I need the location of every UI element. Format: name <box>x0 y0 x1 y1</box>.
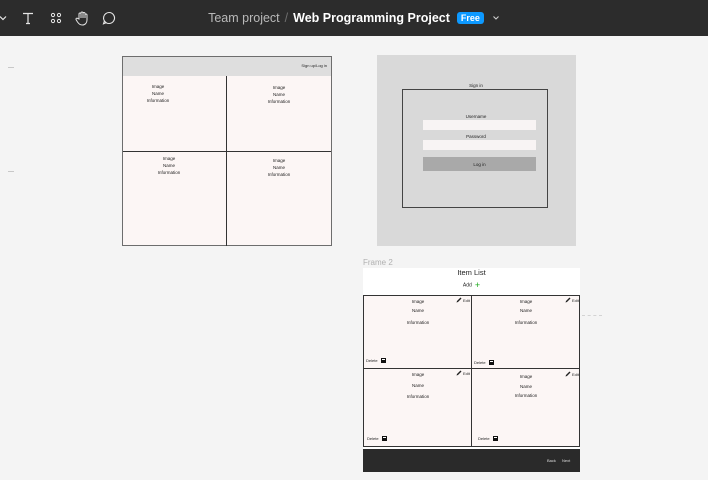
add-item-button[interactable]: Add + <box>363 280 580 290</box>
card-image-label: Image <box>411 372 425 377</box>
pencil-icon <box>456 297 462 303</box>
grid-cell-2: Image Name Information <box>249 84 309 105</box>
sign-in-form: Sign in Username Password Log in <box>402 83 548 208</box>
password-label: Password <box>466 134 486 139</box>
edit-label: Edit <box>463 297 470 303</box>
username-label: Username <box>465 114 487 119</box>
delete-icon <box>381 436 387 441</box>
cell-name-label: Name <box>272 165 285 170</box>
card-info-label: Information <box>406 320 430 325</box>
card-name-label: Name <box>519 308 532 313</box>
cell-name-label: Name <box>272 92 285 97</box>
username-field[interactable] <box>423 120 536 130</box>
frame-item-list[interactable]: Item List Add + Image Name Information Ed… <box>363 268 580 472</box>
delete-label: Delete <box>474 360 486 365</box>
delete-label: Delete <box>366 358 378 363</box>
edit-label: Edit <box>463 370 470 376</box>
divider <box>123 151 331 152</box>
breadcrumb-project[interactable]: Web Programming Project <box>293 11 450 25</box>
card-info-label: Information <box>406 394 430 399</box>
card-info-label: Information <box>514 393 538 398</box>
add-label: Add <box>462 282 472 289</box>
delete-icon <box>488 360 494 365</box>
grid-cell-1: Image Name Information <box>128 83 188 104</box>
breadcrumb-team[interactable]: Team project <box>208 11 280 25</box>
card-name-label: Name <box>411 383 424 388</box>
delete-label: Delete <box>367 436 379 441</box>
delete-button[interactable]: Delete <box>478 436 498 441</box>
delete-button[interactable]: Delete <box>474 360 494 365</box>
chevron-down-icon[interactable] <box>492 11 500 25</box>
breadcrumb-separator: / <box>284 11 289 25</box>
plan-badge[interactable]: Free <box>456 12 484 24</box>
top-toolbar: Team project / Web Programming Project F… <box>0 0 708 36</box>
sign-in-title: Sign in <box>469 83 483 88</box>
login-button[interactable]: Log in <box>423 157 536 171</box>
frame-sign-in[interactable]: Sign in Username Password Log in <box>377 55 576 246</box>
canvas-guide <box>8 67 14 68</box>
cell-image-label: Image <box>272 85 286 90</box>
frame-header: Sign up/Log in <box>123 57 331 76</box>
pagination-footer: Back Next <box>363 449 580 472</box>
back-button[interactable]: Back <box>547 458 556 463</box>
grid-cell-3: Image Name Information <box>139 155 199 176</box>
canvas-guide <box>8 171 14 172</box>
delete-label: Delete <box>478 436 490 441</box>
card-image-label: Image <box>519 299 533 304</box>
next-button[interactable]: Next <box>562 458 570 463</box>
edit-label: Edit <box>572 297 579 303</box>
frame-name-label[interactable]: Frame 2 <box>363 258 393 267</box>
edit-button[interactable]: Edit <box>456 297 470 303</box>
pencil-icon <box>456 370 462 376</box>
password-field[interactable] <box>423 140 536 150</box>
plus-icon: + <box>474 280 481 290</box>
edit-button[interactable]: Edit <box>565 371 579 377</box>
card-image-label: Image <box>519 374 533 379</box>
connector-line <box>582 315 602 316</box>
cell-name-label: Name <box>151 91 164 96</box>
figma-editor: Team project / Web Programming Project F… <box>0 0 708 480</box>
card-info-label: Information <box>514 320 538 325</box>
edit-button[interactable]: Edit <box>456 370 470 376</box>
edit-button[interactable]: Edit <box>565 297 579 303</box>
signup-login-link[interactable]: Sign up/Log in <box>301 63 327 68</box>
item-card: Image Name Information Edit Delete <box>364 296 471 368</box>
item-card: Image Name Information Edit Delete <box>364 369 471 446</box>
cell-image-label: Image <box>162 156 176 161</box>
cell-image-label: Image <box>151 84 165 89</box>
item-grid: Image Name Information Edit Delete Image… <box>363 295 580 447</box>
delete-button[interactable]: Delete <box>366 358 386 363</box>
cell-image-label: Image <box>272 158 286 163</box>
delete-button[interactable]: Delete <box>367 436 387 441</box>
item-list-title: Item List <box>457 268 486 277</box>
item-card: Image Name Information Edit Delete <box>472 369 579 446</box>
pencil-icon <box>565 297 571 303</box>
design-canvas[interactable]: Sign up/Log in Image Name Information Im… <box>0 36 708 480</box>
divider <box>226 76 227 246</box>
cell-info-label: Information <box>267 172 291 177</box>
file-breadcrumb: Team project / Web Programming Project F… <box>0 0 708 36</box>
cell-info-label: Information <box>267 99 291 104</box>
item-card: Image Name Information Edit Delete <box>472 296 579 368</box>
delete-icon <box>492 436 498 441</box>
pencil-icon <box>565 371 571 377</box>
card-name-label: Name <box>411 308 424 313</box>
frame-item-grid[interactable]: Sign up/Log in Image Name Information Im… <box>122 56 332 246</box>
edit-label: Edit <box>572 371 579 377</box>
card-name-label: Name <box>519 384 532 389</box>
cell-name-label: Name <box>162 163 175 168</box>
grid-cell-4: Image Name Information <box>249 157 309 178</box>
cell-info-label: Information <box>146 98 170 103</box>
cell-info-label: Information <box>157 170 181 175</box>
delete-icon <box>380 358 386 363</box>
card-image-label: Image <box>411 299 425 304</box>
